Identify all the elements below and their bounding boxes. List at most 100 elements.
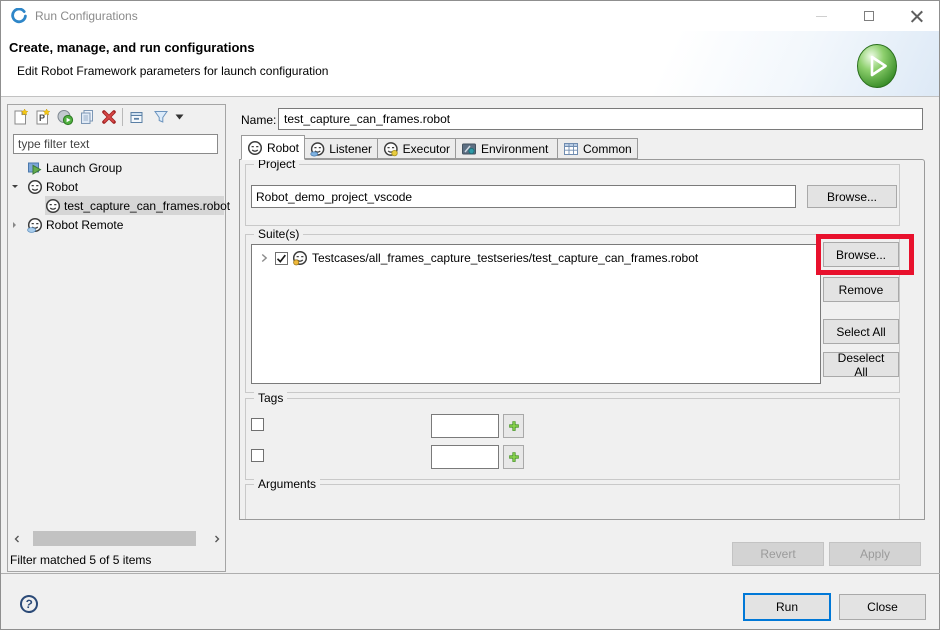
only-tags-add-button[interactable]	[503, 414, 524, 438]
run-configurations-dialog: Run Configurations Create, manage, and r…	[0, 0, 940, 630]
sidebar-item-launch-group[interactable]: Launch Group	[27, 158, 217, 177]
tab-environment[interactable]: Environment	[455, 138, 558, 159]
suite-row[interactable]: Testcases/all_frames_capture_testseries/…	[253, 248, 813, 268]
new-prototype-button[interactable]	[34, 108, 52, 126]
sidebar-item-test-capture-can-frames[interactable]: test_capture_can_frames.robot	[45, 196, 224, 215]
menu-dropdown-icon	[175, 114, 184, 120]
help-icon: ?	[24, 597, 33, 612]
suites-list[interactable]: Testcases/all_frames_capture_testseries/…	[251, 244, 821, 384]
suite-checkbox[interactable]	[275, 252, 288, 265]
apply-button[interactable]: Apply	[829, 542, 921, 566]
name-label: Name:	[241, 113, 276, 127]
name-input[interactable]	[278, 108, 923, 130]
help-button[interactable]: ?	[19, 594, 39, 614]
tab-label: Environment	[481, 142, 548, 156]
page-title: Create, manage, and run configurations	[9, 40, 255, 55]
filter-input[interactable]	[13, 134, 218, 154]
suites-deselect-all-button[interactable]: Deselect All	[823, 352, 899, 377]
scroll-left-icon[interactable]	[8, 530, 25, 547]
tree-item-label: Robot	[46, 180, 78, 194]
launch-group-icon	[27, 160, 43, 176]
tab-executor[interactable]: Executor	[377, 138, 456, 159]
window-title: Run Configurations	[35, 9, 138, 23]
common-icon	[563, 141, 579, 157]
skip-tags-input[interactable]	[431, 445, 499, 469]
minimize-icon	[816, 16, 827, 17]
plus-icon	[507, 450, 521, 464]
tags-group: Tags	[245, 398, 900, 480]
suites-legend: Suite(s)	[254, 227, 303, 241]
expander-icon[interactable]	[11, 221, 19, 229]
tree-item-label: test_capture_can_frames.robot	[64, 199, 230, 213]
skip-tags-add-button[interactable]	[503, 445, 524, 469]
filter-status: Filter matched 5 of 5 items	[10, 553, 151, 567]
suites-remove-button[interactable]: Remove	[823, 277, 899, 302]
filter-menu-button[interactable]	[173, 108, 185, 126]
robot-icon	[247, 140, 263, 156]
revert-button[interactable]: Revert	[732, 542, 824, 566]
close-dialog-button[interactable]: Close	[839, 594, 926, 620]
new-prototype-icon	[34, 108, 52, 126]
scroll-right-icon[interactable]	[208, 530, 225, 547]
export-configuration-button[interactable]	[56, 108, 74, 126]
header-banner: Create, manage, and run configurations E…	[1, 31, 939, 97]
sidebar-horizontal-scrollbar[interactable]	[8, 530, 225, 547]
arguments-group: Arguments	[245, 484, 900, 519]
tab-label: Executor	[403, 142, 450, 156]
collapse-all-button[interactable]	[128, 108, 146, 126]
robot-icon	[27, 179, 43, 195]
plus-icon	[507, 419, 521, 433]
run-banner-icon	[856, 43, 898, 89]
skip-tags-checkbox[interactable]	[251, 449, 264, 462]
new-configuration-icon	[12, 108, 30, 126]
scrollbar-thumb[interactable]	[33, 531, 196, 546]
maximize-icon	[864, 11, 874, 21]
footer-separator	[1, 573, 940, 574]
tab-common[interactable]: Common	[557, 138, 638, 159]
robot-icon	[45, 198, 61, 214]
run-button[interactable]: Run	[743, 593, 831, 621]
delete-icon	[100, 108, 118, 126]
listener-icon	[310, 141, 325, 157]
minimize-button[interactable]	[798, 1, 844, 31]
environment-icon	[461, 141, 477, 157]
sidebar-item-robot-remote[interactable]: Robot Remote	[27, 215, 217, 234]
tags-legend: Tags	[254, 391, 287, 405]
project-browse-button[interactable]: Browse...	[807, 185, 897, 208]
new-configuration-button[interactable]	[12, 108, 30, 126]
suite-robot-icon	[292, 250, 308, 266]
project-input[interactable]	[251, 185, 796, 208]
suites-select-all-button[interactable]: Select All	[823, 319, 899, 344]
collapse-all-icon	[128, 108, 146, 126]
eclipse-launch-icon	[11, 8, 27, 24]
robot-remote-icon	[27, 217, 43, 233]
export-configuration-icon	[56, 108, 74, 126]
only-tags-input[interactable]	[431, 414, 499, 438]
sidebar-item-robot[interactable]: Robot	[27, 177, 217, 196]
suite-path: Testcases/all_frames_capture_testseries/…	[312, 251, 698, 265]
title-bar: Run Configurations	[1, 1, 939, 31]
duplicate-icon	[78, 108, 96, 126]
tab-label: Robot	[267, 141, 299, 155]
close-icon	[911, 10, 923, 22]
maximize-button[interactable]	[846, 1, 892, 31]
page-subtitle: Edit Robot Framework parameters for laun…	[17, 64, 328, 78]
delete-button[interactable]	[100, 108, 118, 126]
expander-icon[interactable]	[11, 183, 19, 191]
arguments-legend: Arguments	[254, 477, 320, 491]
filter-icon	[152, 108, 170, 126]
tab-listener[interactable]: Listener	[304, 138, 378, 159]
tab-robot[interactable]: Robot	[241, 135, 305, 160]
executor-icon	[383, 141, 399, 157]
tree-item-label: Launch Group	[46, 161, 122, 175]
annotation-highlight	[816, 234, 914, 275]
tree-item-label: Robot Remote	[46, 218, 123, 232]
tab-label: Listener	[329, 142, 372, 156]
duplicate-button[interactable]	[78, 108, 96, 126]
expander-chevron-icon[interactable]	[257, 251, 271, 265]
tab-label: Common	[583, 142, 632, 156]
checkmark-icon	[275, 252, 288, 265]
only-tags-checkbox[interactable]	[251, 418, 264, 431]
close-button[interactable]	[894, 1, 940, 31]
filter-button[interactable]	[152, 108, 170, 126]
